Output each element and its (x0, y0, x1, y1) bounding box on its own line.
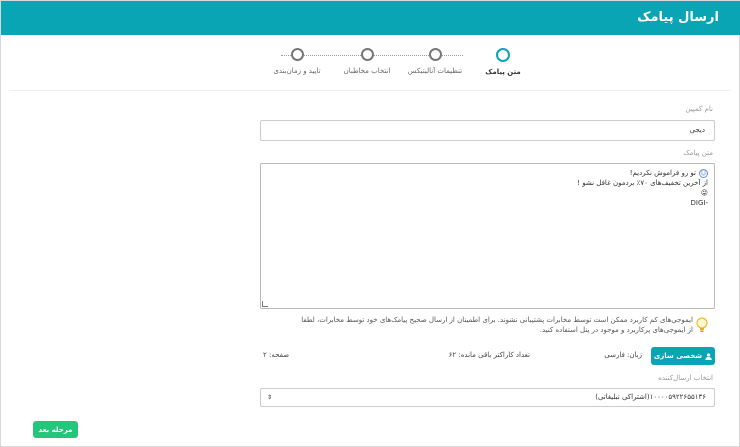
step-indicator-active (496, 48, 510, 62)
sender-label: انتخاب ارسال‌کننده (658, 374, 713, 382)
personalize-button[interactable]: شخصی سازی (651, 347, 715, 365)
step-label: تایید و زمان‌بندی (273, 67, 321, 75)
language-indicator: زبان: فارسی (604, 351, 642, 359)
message-line-text: تو رو فراموش نکردیم! (629, 169, 696, 177)
step-confirm-schedule[interactable]: تایید و زمان‌بندی (257, 48, 337, 75)
step-message-text[interactable]: متن پیامک (463, 48, 543, 76)
section-divider (9, 90, 731, 91)
step-indicator (290, 48, 304, 61)
page-title: ارسال پیامک (637, 10, 719, 25)
step-indicator (428, 48, 442, 61)
step-indicator (360, 48, 374, 61)
step-label: متن پیامک (485, 68, 521, 76)
wizard-stepper: متن پیامک تنظیمات آنالیتیکس انتخاب مخاطب… (241, 48, 521, 82)
message-line: از آخرین تخفیف‌های ۷۰٪ بردمون غافل نشو ! (577, 179, 708, 187)
message-textarea[interactable]: ☺تو رو فراموش نکردیم! از آخرین تخفیف‌های… (260, 163, 715, 309)
message-toolbar: شخصی سازی زبان: فارسی تعداد کاراکتر باقی… (260, 347, 715, 365)
message-text-label: متن پیامک (683, 149, 713, 157)
sender-selected-value: ۱۰۰۰۰۵۹۲۲۶۵۵۱۳۶(اشتراکی تبلیغاتی) (595, 393, 706, 401)
app-window: ارسال پیامک متن پیامک تنظیمات آنالیتیکس … (0, 0, 740, 447)
campaign-name-label: نام کمپین (685, 105, 713, 113)
header-bar: ارسال پیامک (1, 1, 740, 35)
message-line: -DIGI (690, 199, 708, 207)
remaining-characters: تعداد کاراکتر باقی مانده: ۶۲ (448, 351, 530, 359)
lightbulb-icon (696, 317, 708, 332)
page-count: صفحه: ۲ (263, 351, 290, 359)
step-label: انتخاب مخاطبان (343, 67, 391, 75)
select-arrows-icon: ⇕ (267, 394, 273, 401)
step-label: تنظیمات آنالیتیکس (407, 67, 463, 75)
step-select-contacts[interactable]: انتخاب مخاطبان (327, 48, 407, 75)
message-line: 😜 (700, 189, 708, 197)
emoji-warning-notice: ایموجی‌های کم کاربرد ممکن است توسط مخابر… (301, 316, 693, 334)
message-line: ☺تو رو فراموش نکردیم! (261, 168, 708, 178)
next-step-button[interactable]: مرحله بعد (33, 421, 78, 438)
sender-select[interactable]: ۱۰۰۰۰۵۹۲۲۶۵۵۱۳۶(اشتراکی تبلیغاتی) ⇕ (260, 388, 715, 407)
personalize-button-label: شخصی سازی (653, 352, 703, 360)
step-analytics-settings[interactable]: تنظیمات آنالیتیکس (395, 48, 475, 75)
campaign-name-input[interactable]: دیجی (260, 120, 715, 141)
emoji-picker-icon[interactable]: ☺ (699, 168, 708, 178)
resize-handle[interactable] (262, 301, 268, 307)
user-icon (705, 352, 712, 360)
